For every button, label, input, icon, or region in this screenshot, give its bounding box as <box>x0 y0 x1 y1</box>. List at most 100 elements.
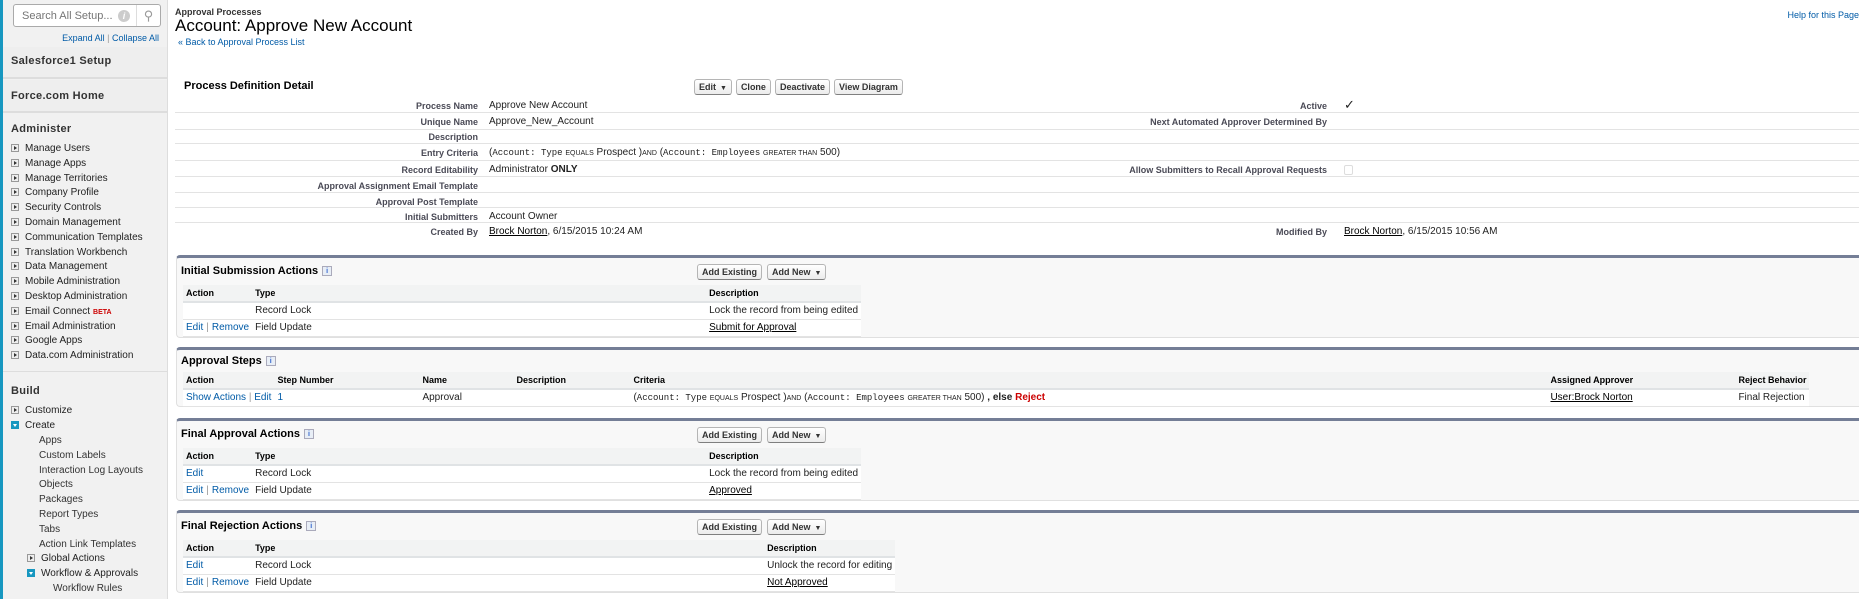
force-home-link[interactable]: Force.com Home <box>11 90 104 102</box>
sidebar-item-create-child[interactable]: Apps <box>39 435 62 446</box>
expand-icon[interactable] <box>11 144 19 152</box>
info-icon[interactable]: i <box>303 429 314 439</box>
sidebar-item-create-child[interactable]: Custom Labels <box>39 450 106 461</box>
expand-icon[interactable] <box>11 306 19 315</box>
sidebar-item-create[interactable]: Create <box>11 420 55 431</box>
sidebar-item-create-child[interactable]: Interaction Log Layouts <box>39 465 143 476</box>
add-existing-button[interactable]: Add Existing <box>697 427 763 443</box>
salesforce1-setup-link[interactable]: Salesforce1 Setup <box>11 55 111 67</box>
search-icon[interactable]: ⚲ <box>136 5 160 26</box>
sidebar-item-create-child[interactable]: Packages <box>39 494 83 505</box>
sidebar-item[interactable]: Translation Workbench <box>11 247 127 258</box>
expand-icon[interactable] <box>11 218 19 226</box>
sidebar-item[interactable]: Email Connect BETA <box>11 306 112 317</box>
sidebar-item-workflow-approvals[interactable]: Workflow & Approvals <box>27 568 138 579</box>
add-new-button[interactable]: Add New ▼ <box>767 264 827 280</box>
edit-link[interactable]: Edit <box>254 392 271 403</box>
sidebar-item[interactable]: Google Apps <box>11 335 82 346</box>
search-input[interactable] <box>14 5 124 26</box>
info-icon[interactable]: i <box>118 10 130 22</box>
sidebar-item[interactable]: Mobile Administration <box>11 276 120 287</box>
edit-link[interactable]: Edit <box>186 560 203 571</box>
expand-icon[interactable] <box>11 247 19 256</box>
sidebar-item[interactable]: Company Profile <box>11 187 99 198</box>
edit-link[interactable]: Edit <box>186 468 203 479</box>
expand-icon[interactable] <box>11 203 19 212</box>
sidebar-item[interactable]: Data.com Administration <box>11 350 133 361</box>
edit-link[interactable]: Edit <box>186 577 203 588</box>
sidebar-item-create-child[interactable]: Tabs <box>39 524 60 535</box>
clone-button[interactable]: Clone <box>735 79 771 95</box>
expand-icon[interactable] <box>11 158 19 167</box>
sidebar-item-label: Global Actions <box>41 553 105 564</box>
edit-link[interactable]: Edit <box>186 485 203 496</box>
expand-icon[interactable] <box>11 277 19 286</box>
column-header: Description <box>764 540 896 558</box>
add-new-button[interactable]: Add New ▼ <box>767 427 827 443</box>
else-text: , else <box>987 392 1013 404</box>
expand-icon[interactable] <box>11 321 19 330</box>
back-link[interactable]: « Back to Approval Process List <box>178 37 305 47</box>
user-link[interactable]: Brock Norton <box>489 226 547 237</box>
sidebar-item-label: Email Administration <box>25 320 116 332</box>
sidebar-item-workflow-rules[interactable]: Workflow Rules <box>53 583 122 594</box>
expand-icon[interactable] <box>11 173 19 182</box>
column-header: Type <box>252 448 707 466</box>
sidebar-item-label: Domain Management <box>25 217 121 228</box>
collapse-all-link[interactable]: Collapse All <box>112 33 159 43</box>
sidebar-item-label: Company Profile <box>25 187 99 199</box>
sidebar-item-label: Data.com Administration <box>25 350 134 362</box>
sidebar-item[interactable]: Desktop Administration <box>11 291 127 302</box>
deactivate-button[interactable]: Deactivate <box>774 79 830 95</box>
setup-search[interactable]: i ⚲ <box>13 4 161 27</box>
edit-link[interactable]: Edit <box>186 322 203 333</box>
expand-icon[interactable] <box>11 336 19 345</box>
expand-all-link[interactable]: Expand All <box>62 33 105 43</box>
remove-link[interactable]: Remove <box>212 485 249 496</box>
info-icon[interactable]: i <box>306 521 317 531</box>
criteria-part: Account: Employees <box>807 393 905 404</box>
field-update-link[interactable]: Not Approved <box>767 577 828 588</box>
step-number-link[interactable]: 1 <box>277 392 283 403</box>
separator: | <box>206 485 209 496</box>
field-update-link[interactable]: Submit for Approval <box>709 322 796 333</box>
help-link[interactable]: Help for this Page <box>1787 10 1859 20</box>
expand-icon[interactable] <box>11 351 19 360</box>
info-icon[interactable]: i <box>265 356 276 366</box>
sidebar-item-create-child[interactable]: Action Link Templates <box>39 539 136 550</box>
add-new-button[interactable]: Add New ▼ <box>767 519 827 535</box>
expand-icon[interactable] <box>11 292 19 300</box>
expand-icon[interactable] <box>11 232 19 241</box>
field-update-link[interactable]: Approved <box>709 485 752 496</box>
remove-link[interactable]: Remove <box>212 322 249 333</box>
expand-icon[interactable] <box>11 188 19 197</box>
expand-icon[interactable] <box>11 262 19 271</box>
expand-icon[interactable] <box>27 554 35 562</box>
user-link[interactable]: Brock Norton <box>1344 226 1402 237</box>
sidebar-item-global-actions[interactable]: Global Actions <box>27 553 105 564</box>
collapse-icon[interactable] <box>27 569 35 577</box>
remove-link[interactable]: Remove <box>212 577 249 588</box>
sidebar-item[interactable]: Manage Apps <box>11 158 86 169</box>
sidebar-item-create-child[interactable]: Report Types <box>39 509 98 520</box>
show-actions-link[interactable]: Show Actions <box>186 392 246 403</box>
sidebar-item[interactable]: Email Administration <box>11 321 116 332</box>
sidebar-item-create-child[interactable]: Objects <box>39 479 73 490</box>
view-diagram-button[interactable]: View Diagram <box>833 79 903 95</box>
sidebar-item[interactable]: Communication Templates <box>11 232 143 243</box>
sidebar-item-customize[interactable]: Customize <box>11 405 72 416</box>
sidebar-item[interactable]: Data Management <box>11 261 107 272</box>
add-existing-button[interactable]: Add Existing <box>697 519 763 535</box>
sidebar-item[interactable]: Domain Management <box>11 217 121 228</box>
allow-recall-checkbox <box>1344 165 1353 175</box>
sidebar-item[interactable]: Security Controls <box>11 202 101 213</box>
edit-button[interactable]: Edit ▼ <box>694 79 732 95</box>
approver-link[interactable]: User:Brock Norton <box>1550 392 1632 403</box>
expand-icon[interactable] <box>11 406 19 414</box>
detail-row: Entry Criteria (Account: Type EQUALS Pro… <box>175 144 1859 161</box>
collapse-icon[interactable] <box>11 421 19 429</box>
sidebar-item[interactable]: Manage Users <box>11 143 90 154</box>
add-existing-button[interactable]: Add Existing <box>697 264 763 280</box>
sidebar-item[interactable]: Manage Territories <box>11 173 108 184</box>
info-icon[interactable]: i <box>322 266 333 276</box>
